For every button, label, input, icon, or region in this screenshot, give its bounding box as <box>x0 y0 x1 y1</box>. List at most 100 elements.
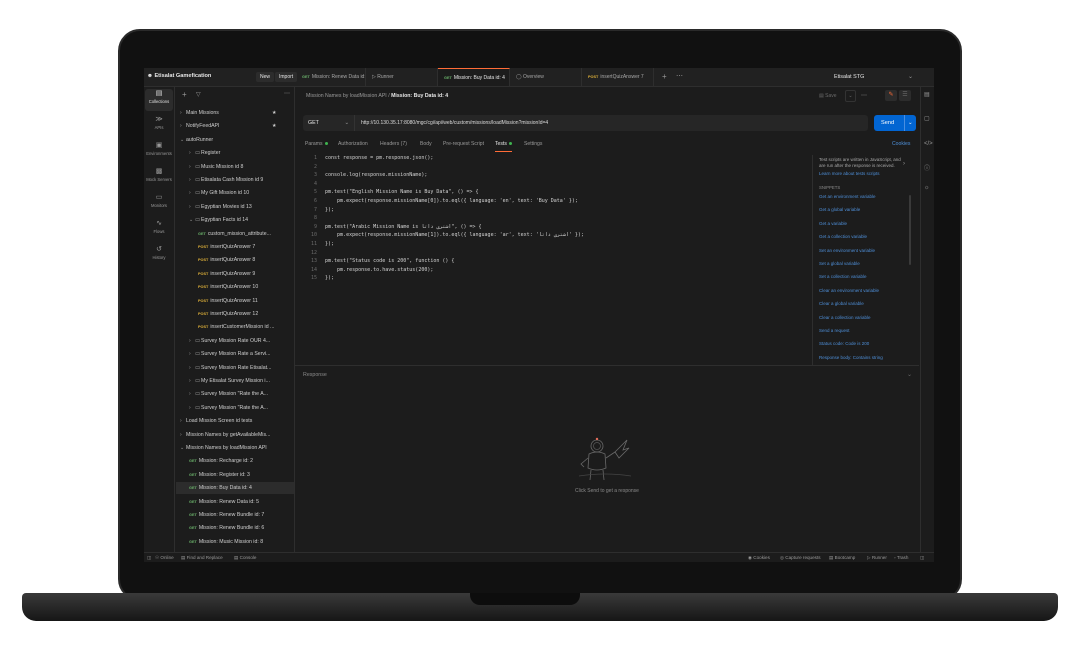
runner-button[interactable]: ▷ Runner <box>867 555 887 561</box>
tree-folder[interactable]: › ▭Egyptian Movies id 13 <box>176 201 294 213</box>
tree-request[interactable]: GET Mission: Renew Bundle id: 7 <box>176 509 294 521</box>
find-replace-button[interactable]: ▤ Find and Replace <box>181 555 223 561</box>
tree-folder[interactable]: › ▭My Etisalat Survey Mission i... <box>176 375 294 387</box>
chevron-down-icon[interactable]: ⌄ <box>908 73 913 80</box>
layout-icon[interactable]: ◫ <box>920 555 924 561</box>
tree-folder[interactable]: › ▭Survey Mission Rate OUR 4... <box>176 335 294 347</box>
save-chevron-icon[interactable]: ⌄ <box>845 90 856 102</box>
snippet-link[interactable]: Get a collection variable <box>819 234 867 239</box>
tree-request[interactable]: POST insertQuizAnswer 7 <box>176 241 294 253</box>
sidebar-toggle-icon[interactable]: ◫ <box>147 555 151 561</box>
tree-request[interactable]: GET Mission: Register id: 3 <box>176 469 294 481</box>
rail-collections[interactable]: ▤ Collections <box>145 89 173 111</box>
rail-apis[interactable]: ≫ APIs <box>145 115 173 137</box>
rail-history[interactable]: ↺ History <box>145 245 173 267</box>
rail-environments[interactable]: ▣ Environments <box>145 141 173 163</box>
method-select[interactable]: GET ⌄ <box>303 115 355 131</box>
test-script-editor[interactable]: 1 const response = pm.response.json(); 2 3 c… <box>303 155 811 295</box>
tab-overview[interactable]: ◯ Overview <box>510 68 582 86</box>
snippet-link[interactable]: Response body: Contains string <box>819 355 883 360</box>
rail-mock-servers[interactable]: ▩ Mock Servers <box>145 167 173 189</box>
tree-folder[interactable]: › Mission Names by getAvailableMis... <box>176 429 294 441</box>
tree-request[interactable]: GET Mission: Buy Data id: 4 <box>176 482 294 495</box>
tree-folder[interactable]: › ▭Survey Mission Rate a Servi... <box>176 348 294 360</box>
add-collection-plus-icon[interactable]: + <box>182 90 187 99</box>
chevron-down-icon[interactable]: ⌄ <box>907 371 912 378</box>
comments-icon[interactable]: ☰ <box>899 90 911 101</box>
chevron-down-icon[interactable]: ⌄ <box>904 115 913 131</box>
tree-request[interactable]: GET Mission: Renew Bundle id: 6 <box>176 522 294 534</box>
send-button[interactable]: Send ⌄ <box>874 115 916 131</box>
tree-folder[interactable]: ⌄ Mission Names by loadMission API <box>176 442 294 454</box>
tree-request[interactable]: GET Mission: Renew Data id: 5 <box>176 496 294 508</box>
edit-icon[interactable]: ✎ <box>885 90 897 101</box>
more-actions-icon[interactable]: ⋯ <box>861 92 867 99</box>
environment-selector[interactable]: Etisalat STG <box>834 74 864 80</box>
snippet-link[interactable]: Get a global variable <box>819 207 860 212</box>
code-icon[interactable]: </> <box>924 141 933 147</box>
tree-folder[interactable]: › ▭Survey Mission "Rate the A... <box>176 402 294 414</box>
tree-folder[interactable]: › ▭Music Mission id 8 <box>176 161 294 173</box>
bootcamp-button[interactable]: ▤ Bootcamp <box>829 555 855 561</box>
comments-icon[interactable]: ▢ <box>924 115 930 122</box>
snippet-link[interactable]: Set a collection variable <box>819 274 867 279</box>
more-options-icon[interactable]: ⋯ <box>284 90 290 97</box>
rail-monitors[interactable]: ▭ Monitors <box>145 193 173 215</box>
tab-pre-request-script[interactable]: Pre-request Script <box>443 139 484 151</box>
tree-request[interactable]: POST insertQuizAnswer 9 <box>176 268 294 280</box>
tree-folder[interactable]: › NotifyFeedAPI ★ <box>176 120 294 132</box>
tree-request[interactable]: POST insertQuizAnswer 8 <box>176 254 294 266</box>
tree-request[interactable]: GET custom_mission_attribute... <box>176 228 294 240</box>
snippet-link[interactable]: Status code: Code is 200 <box>819 341 869 346</box>
tab-buy-data[interactable]: GET Mission: Buy Data id: 4 <box>438 68 510 86</box>
snippet-link[interactable]: Set an environment variable <box>819 248 875 253</box>
star-icon[interactable]: ★ <box>272 120 277 132</box>
more-tabs-icon[interactable]: ⋯ <box>676 72 683 80</box>
snippet-link[interactable]: Send a request <box>819 328 850 333</box>
collapse-chevron-icon[interactable]: › <box>903 161 905 167</box>
tree-folder[interactable]: ⌄ autoRunner <box>176 134 294 146</box>
console-button[interactable]: ▤ Console <box>234 555 256 561</box>
rail-flows[interactable]: ∿ Flows <box>145 219 173 241</box>
tree-request[interactable]: GET Mission: Recharge id: 2 <box>176 455 294 467</box>
tree-folder[interactable]: › ▭Register <box>176 147 294 159</box>
snippet-link[interactable]: Clear a global variable <box>819 301 864 306</box>
info-icon[interactable]: ⓘ <box>924 163 930 172</box>
import-button[interactable]: Import <box>275 72 298 82</box>
trash-button[interactable]: ▫ Trash <box>894 555 908 560</box>
tree-folder[interactable]: › ▭Survey Mission "Rate the A... <box>176 388 294 400</box>
tab-settings[interactable]: Settings <box>524 139 542 151</box>
star-icon[interactable]: ★ <box>272 107 277 119</box>
tab-tests[interactable]: Tests <box>495 139 512 152</box>
lightbulb-icon[interactable]: ☼ <box>924 185 930 191</box>
learn-more-link[interactable]: Learn more about tests scripts <box>819 171 880 176</box>
tree-request[interactable]: GET Mission: Music Mission id: 8 <box>176 536 294 548</box>
cookies-link[interactable]: Cookies <box>892 139 910 151</box>
new-button[interactable]: New <box>256 72 275 82</box>
new-tab-plus-icon[interactable]: + <box>662 72 667 81</box>
tree-request[interactable]: POST insertCustomerMission id ... <box>176 321 294 333</box>
tree-folder[interactable]: › Load Mission Screen id tests <box>176 415 294 427</box>
tree-request[interactable]: POST insertQuizAnswer 12 <box>176 308 294 320</box>
scrollbar[interactable] <box>909 195 911 265</box>
tab-body[interactable]: Body <box>420 139 432 151</box>
tree-folder[interactable]: ⌄ ▭Egyptian Facts id 14 <box>176 214 294 226</box>
workspace-title[interactable]: ☻ Etisalat Gamefication <box>147 73 211 79</box>
snippet-link[interactable]: Clear an environment variable <box>819 288 879 293</box>
tab-runner[interactable]: ▷ Runner <box>366 68 438 86</box>
tree-folder[interactable]: › Main Missions ★ <box>176 107 294 119</box>
cookies-button[interactable]: ◉ Cookies <box>748 555 770 561</box>
snippet-link[interactable]: Set a global variable <box>819 261 860 266</box>
capture-requests-button[interactable]: ◎ Capture requests <box>780 555 821 561</box>
snippet-link[interactable]: Get an environment variable <box>819 194 876 199</box>
snippet-link[interactable]: Get a variable <box>819 221 847 226</box>
tree-folder[interactable]: › ▭Survey Mission Rate Etisalat... <box>176 362 294 374</box>
tree-request[interactable]: POST insertQuizAnswer 11 <box>176 295 294 307</box>
online-status[interactable]: ☉ Online <box>155 555 174 561</box>
tab-params[interactable]: Params <box>305 139 328 151</box>
tree-request[interactable]: POST insertQuizAnswer 10 <box>176 281 294 293</box>
snippet-link[interactable]: Clear a collection variable <box>819 315 871 320</box>
tree-folder[interactable]: › ▭My Gift Mission id 10 <box>176 187 294 199</box>
breadcrumb-parent[interactable]: Mission Names by loadMission API <box>306 93 387 99</box>
documentation-icon[interactable]: ▤ <box>924 91 930 98</box>
